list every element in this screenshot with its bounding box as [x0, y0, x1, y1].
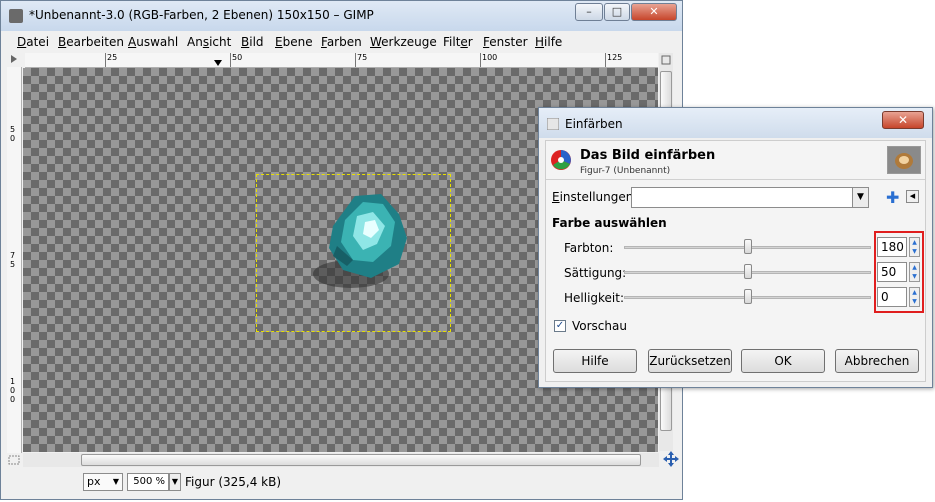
minimize-button[interactable]: –: [575, 3, 603, 21]
hue-label: Farbton:: [564, 241, 614, 255]
figure-sprite: [313, 194, 407, 288]
window-title: *Unbenannt-3.0 (RGB-Farben, 2 Ebenen) 15…: [29, 8, 374, 22]
dialog-close-button[interactable]: ✕: [882, 111, 924, 129]
menu-bild[interactable]: Bild: [241, 35, 264, 49]
ruler-label-75-v: 7 5: [10, 251, 16, 269]
navigation-icon[interactable]: [661, 55, 671, 65]
menu-ansicht[interactable]: Ansicht: [187, 35, 231, 49]
menu-auswahl[interactable]: Auswahl: [128, 35, 178, 49]
quick-mask-icon[interactable]: [7, 454, 21, 466]
unit-value: px: [87, 475, 101, 488]
zoom-input[interactable]: 500 %: [127, 473, 169, 491]
zoom-dropdown-button[interactable]: ▼: [169, 473, 181, 491]
ruler-label-100-v: 1 0 0: [10, 377, 16, 404]
ruler-label-75: 75: [357, 53, 368, 62]
menu-bar: Datei Bearbeiten Auswahl Ansicht Bild Eb…: [7, 32, 677, 52]
menu-ebene[interactable]: Ebene: [275, 35, 313, 49]
values-highlight-box: [874, 231, 924, 313]
navigate-move-icon[interactable]: [663, 451, 679, 467]
gimp-app-icon: [9, 9, 23, 23]
menu-werkzeuge[interactable]: Werkzeuge: [370, 35, 437, 49]
dialog-subheading: Figur-7 (Unbenannt): [580, 166, 671, 176]
ruler-pointer-icon: [214, 60, 222, 66]
chevron-down-icon: ▼: [112, 477, 119, 486]
dialog-title-bar[interactable]: Einfärben ✕: [539, 108, 932, 138]
header-divider: [546, 179, 925, 180]
status-info: Figur (325,4 kB): [185, 475, 282, 489]
settings-combo[interactable]: ▼: [631, 187, 869, 208]
lightness-label: Helligkeit:: [564, 291, 625, 305]
hue-slider-thumb[interactable]: [743, 239, 752, 254]
menu-bearbeiten[interactable]: Bearbeiten: [58, 35, 124, 49]
close-button[interactable]: ✕: [631, 3, 677, 21]
ruler-corner-button[interactable]: [7, 53, 23, 67]
colorize-tool-icon: [551, 150, 571, 170]
chevron-down-icon[interactable]: ▼: [852, 188, 868, 207]
unit-select[interactable]: px ▼: [83, 473, 123, 491]
preview-label[interactable]: Vorschau: [572, 319, 627, 333]
dialog-body: Das Bild einfärben Figur-7 (Unbenannt) E…: [545, 140, 926, 382]
vertical-ruler[interactable]: 5 0 7 5 1 0 0: [7, 67, 22, 453]
saturation-slider-thumb[interactable]: [743, 264, 752, 279]
ruler-label-50: 50: [232, 53, 243, 62]
menu-filter[interactable]: Filter: [443, 35, 473, 49]
ruler-label-50-v: 5 0: [10, 125, 16, 143]
add-preset-icon[interactable]: ✚: [886, 188, 899, 207]
preset-menu-icon[interactable]: ◀: [906, 190, 919, 203]
dialog-title: Einfärben: [565, 117, 623, 131]
horizontal-ruler[interactable]: 25 50 75 100 125: [25, 53, 658, 68]
ruler-label-100: 100: [482, 53, 498, 62]
colorize-dialog: Einfärben ✕ Das Bild einfärben Figur-7 (…: [538, 107, 933, 388]
dialog-app-icon: [547, 118, 559, 130]
horizontal-scrollbar[interactable]: [8, 451, 679, 467]
lightness-slider-thumb[interactable]: [743, 289, 752, 304]
maximize-button[interactable]: □: [604, 3, 630, 21]
ok-button[interactable]: OK: [741, 349, 825, 373]
section-title: Farbe auswählen: [552, 216, 667, 230]
dialog-heading: Das Bild einfärben: [580, 148, 716, 163]
preview-checkbox[interactable]: ✓: [554, 320, 566, 332]
horizontal-scroll-thumb[interactable]: [81, 454, 641, 466]
saturation-label: Sättigung:: [564, 266, 627, 280]
menu-datei[interactable]: Datei: [17, 35, 49, 49]
reset-button[interactable]: Zurücksetzen: [648, 349, 732, 373]
title-bar[interactable]: *Unbenannt-3.0 (RGB-Farben, 2 Ebenen) 15…: [1, 1, 682, 31]
ruler-label-25: 25: [107, 53, 118, 62]
ruler-label-125: 125: [607, 53, 623, 62]
help-button[interactable]: Hilfe: [553, 349, 637, 373]
menu-hilfe[interactable]: Hilfe: [535, 35, 562, 49]
menu-fenster[interactable]: Fenster: [483, 35, 528, 49]
status-bar: px ▼ 500 % ▼ Figur (325,4 kB): [1, 469, 682, 499]
layer-preview-thumbnail: [887, 146, 921, 174]
menu-farben[interactable]: Farben: [321, 35, 362, 49]
settings-label: Einstellungen:: [552, 190, 638, 204]
cancel-button[interactable]: Abbrechen: [835, 349, 919, 373]
